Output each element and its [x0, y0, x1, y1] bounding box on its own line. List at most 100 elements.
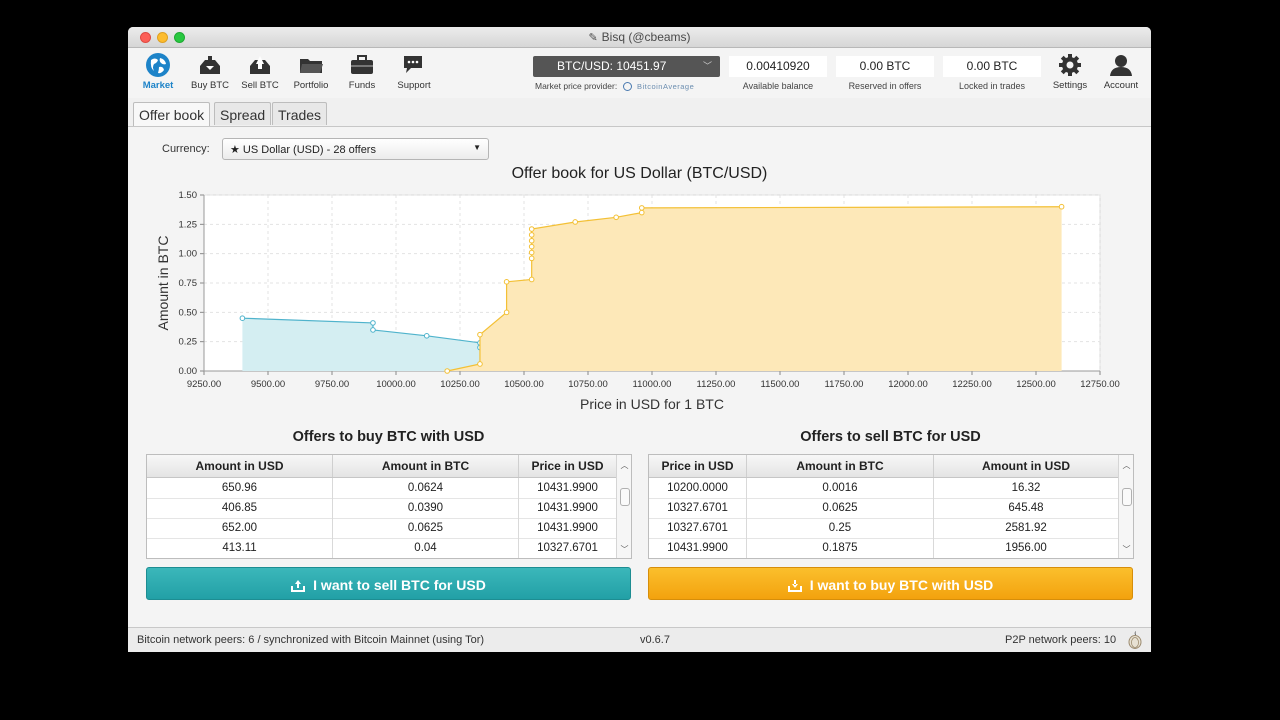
x-tick-label: 9750.00 — [315, 379, 349, 390]
column-header[interactable]: Amount in BTC — [333, 455, 519, 477]
table-cell: 10327.6701 — [519, 538, 617, 558]
tab-spread[interactable]: Spread — [214, 102, 272, 125]
column-header[interactable]: Amount in BTC — [747, 455, 934, 477]
scroll-down-icon[interactable]: ﹀ — [1119, 544, 1133, 555]
settings-gear-icon — [1059, 54, 1081, 76]
table-cell: 10431.9900 — [519, 478, 617, 498]
series-0-point — [423, 333, 430, 339]
table-cell: 406.85 — [147, 498, 333, 518]
scroll-down-icon[interactable]: ﹀ — [617, 544, 631, 555]
available-balance-value: 0.00410920 — [729, 56, 827, 77]
sell-btc-button[interactable]: I want to sell BTC for USD — [146, 567, 631, 600]
funds-briefcase-icon — [351, 55, 373, 74]
sell-btc-icon — [250, 56, 270, 74]
download-tray-icon — [787, 580, 802, 592]
nav-buy-btc-label: Buy BTC — [190, 80, 229, 91]
settings-button[interactable]: Settings — [1045, 52, 1095, 91]
tab-trades[interactable]: Trades — [272, 102, 328, 125]
scroll-up-icon[interactable]: ︿ — [617, 460, 631, 471]
x-tick-label: 10000.00 — [376, 379, 416, 390]
series-1-area — [447, 206, 1062, 371]
table-cell: 10431.9900 — [519, 518, 617, 538]
column-header[interactable]: Amount in USD — [934, 455, 1119, 477]
series-1-point — [572, 219, 579, 225]
status-bar: Bitcoin network peers: 6 / synchronized … — [128, 627, 1151, 652]
tor-onion-icon — [1128, 631, 1142, 649]
x-tick-label: 11500.00 — [761, 379, 800, 390]
y-tick-label: 0.00 — [179, 366, 198, 377]
provider-name[interactable]: BitcoinAverage — [637, 82, 694, 91]
x-tick-label: 12750.00 — [1080, 379, 1120, 390]
nav-portfolio-button[interactable]: Portfolio — [286, 52, 336, 91]
window-title-text: Bisq (@cbeams) — [601, 30, 691, 44]
column-header[interactable]: Amount in USD — [147, 455, 333, 477]
sell-table-header: Price in USD Amount in BTC Amount in USD — [649, 455, 1119, 478]
nav-market-button[interactable]: Market — [133, 52, 183, 91]
table-cell: 10327.6701 — [649, 518, 747, 538]
x-tick-label: 11750.00 — [825, 379, 864, 390]
market-price-select[interactable]: BTC/USD: 10451.97 ﹀ — [533, 56, 720, 77]
table-cell: 2581.92 — [934, 518, 1119, 538]
window-title: ✎ Bisq (@cbeams) — [128, 30, 1151, 44]
tab-offer-book[interactable]: Offer book — [133, 102, 211, 126]
available-balance-label: Available balance — [742, 81, 814, 91]
chevron-down-icon: ﹀ — [702, 61, 712, 71]
support-chat-icon — [404, 56, 422, 73]
account-button[interactable]: Account — [1096, 52, 1146, 91]
provider-label: Market price provider: — [535, 81, 618, 91]
series-1-point — [444, 368, 451, 374]
nav-market-label: Market — [142, 80, 174, 91]
y-tick-label: 0.75 — [179, 278, 198, 289]
buy-btc-button[interactable]: I want to buy BTC with USD — [648, 567, 1133, 600]
buy-offers-table: Amount in USD Amount in BTC Price in USD… — [146, 454, 632, 559]
bitcoinaverage-logo-icon — [622, 82, 632, 91]
market-tabs: Offer book Spread Trades — [128, 98, 1151, 127]
nav-support-button[interactable]: Support — [389, 52, 439, 91]
nav-sell-btc-button[interactable]: Sell BTC — [235, 52, 285, 91]
table-cell: 1956.00 — [934, 538, 1119, 558]
buy-offers-title: Offers to buy BTC with USD — [292, 429, 485, 445]
x-tick-label: 10250.00 — [440, 379, 480, 390]
table-cell: 10431.9900 — [649, 538, 747, 558]
series-1-point — [503, 309, 510, 316]
table-cell: 0.04 — [333, 538, 519, 558]
series-0-point — [239, 315, 246, 321]
nav-funds-label: Funds — [348, 80, 376, 91]
scroll-up-icon[interactable]: ︿ — [1119, 460, 1133, 471]
nav-funds-button[interactable]: Funds — [337, 52, 387, 91]
p2p-network-status: P2P network peers: 10 — [1005, 634, 1117, 646]
series-1-point — [613, 214, 619, 221]
sell-table-scrollbar[interactable]: ︿ ﹀ — [1118, 455, 1133, 558]
column-header[interactable]: Price in USD — [649, 455, 747, 477]
market-price-value: BTC/USD: 10451.97 — [557, 59, 667, 73]
main-toolbar: Market Buy BTC Sell BTC Portfolio Funds … — [128, 48, 1151, 98]
offer-book-chart: 9250.00 9500.00 9750.00 10000.00 10250.00 105… — [155, 190, 1120, 412]
account-user-icon — [1110, 55, 1132, 76]
y-tick-label: 0.50 — [179, 307, 198, 318]
scroll-thumb[interactable] — [620, 488, 630, 506]
series-1-point — [477, 331, 483, 338]
nav-buy-btc-button[interactable]: Buy BTC — [185, 52, 235, 91]
buy-table-header: Amount in USD Amount in BTC Price in USD — [147, 455, 617, 478]
series-1-point — [528, 237, 535, 244]
series-1-point — [528, 249, 535, 256]
buy-table-scrollbar[interactable]: ︿ ﹀ — [616, 455, 631, 558]
table-cell: 0.0390 — [333, 498, 519, 518]
account-label: Account — [1103, 80, 1139, 91]
scroll-thumb[interactable] — [1122, 488, 1132, 506]
series-1-point — [638, 209, 645, 216]
series-1-point — [503, 279, 510, 285]
sell-btc-button-label: I want to sell BTC for USD — [313, 577, 486, 593]
x-tick-label: 11250.00 — [697, 379, 736, 390]
reserved-balance-value: 0.00 BTC — [836, 56, 934, 77]
table-cell: 16.32 — [934, 478, 1119, 498]
nav-portfolio-label: Portfolio — [293, 80, 329, 91]
table-cell: 10327.6701 — [649, 498, 747, 518]
series-0-point — [370, 327, 376, 333]
market-price-provider: Market price provider: BitcoinAverage — [535, 81, 694, 91]
sell-offers-title: Offers to sell BTC for USD — [800, 429, 981, 445]
bitcoin-network-status: Bitcoin network peers: 6 / synchronized … — [137, 634, 485, 646]
portfolio-folder-icon — [300, 59, 323, 73]
column-header[interactable]: Price in USD — [519, 455, 617, 477]
market-globe-icon — [146, 53, 170, 77]
